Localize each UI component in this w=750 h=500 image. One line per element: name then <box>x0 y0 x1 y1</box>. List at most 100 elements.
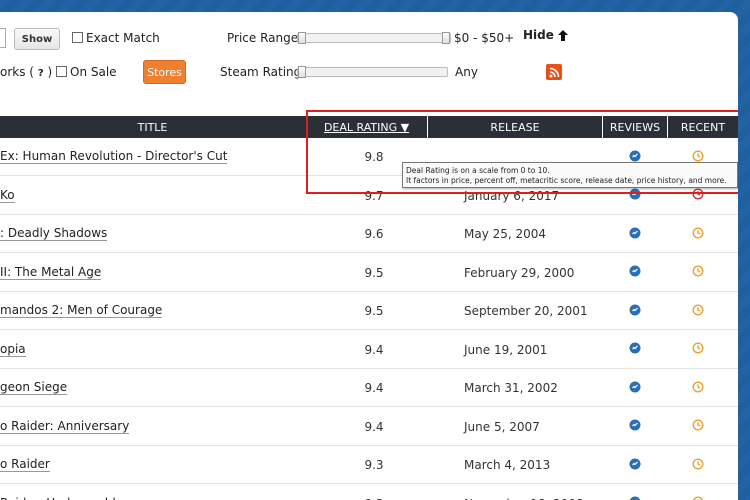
game-title-cell[interactable]: Raider: Underworld <box>0 485 305 500</box>
steam-rating-label: Steam Rating: <box>220 65 306 79</box>
arrow-up-icon <box>557 29 568 41</box>
recent-cell[interactable] <box>668 485 728 500</box>
price-min-handle[interactable] <box>298 32 306 44</box>
rss-icon <box>549 67 559 77</box>
highlight-box <box>306 110 738 194</box>
table-row[interactable]: opia 9.4 June 19, 2001 <box>0 331 738 369</box>
steam-rating-value: Any <box>455 65 478 79</box>
checkbox-icon[interactable] <box>56 66 67 77</box>
deal-rating-value: 9.4 <box>364 419 384 434</box>
game-title-link[interactable]: o Raider <box>0 458 50 472</box>
clock-icon[interactable] <box>692 419 704 434</box>
works-label: orks ( <box>0 65 34 79</box>
recent-cell[interactable] <box>668 215 728 253</box>
clock-icon[interactable] <box>692 265 704 280</box>
recent-cell[interactable] <box>668 446 728 484</box>
release-date: June 5, 2007 <box>464 419 540 434</box>
steam-rating-handle[interactable] <box>298 66 306 78</box>
steam-reviews-icon[interactable] <box>629 496 641 500</box>
reviews-cell[interactable] <box>602 369 668 407</box>
price-range-label: Price Range: <box>227 31 303 45</box>
steam-rating-slider[interactable] <box>297 66 448 78</box>
reviews-cell[interactable] <box>602 331 668 369</box>
clock-icon[interactable] <box>692 380 704 396</box>
game-title-link[interactable]: o Raider: Anniversary <box>0 419 130 434</box>
game-title-link[interactable]: II: The Metal Age <box>0 265 102 280</box>
clock-icon[interactable] <box>692 457 704 473</box>
game-title-link[interactable]: Raider: Underworld <box>0 496 116 500</box>
clock-icon[interactable] <box>692 303 704 319</box>
price-range-slider[interactable] <box>297 32 451 44</box>
game-title-link[interactable]: Ex: Human Revolution - Director's Cut <box>0 150 228 164</box>
table-row[interactable]: : Deadly Shadows 9.6 May 25, 2004 <box>0 215 738 253</box>
recent-cell[interactable] <box>668 292 728 330</box>
hide-label: Hide <box>523 28 554 42</box>
game-title-link[interactable]: Ko <box>0 188 15 203</box>
reviews-cell[interactable] <box>602 446 668 484</box>
game-title-link[interactable]: mandos 2: Men of Courage <box>0 304 163 318</box>
recent-cell[interactable] <box>668 331 728 369</box>
game-title-link[interactable]: opia <box>0 342 26 357</box>
game-title-cell[interactable]: Ko <box>0 177 305 215</box>
deal-rating-value: 9.5 <box>364 304 384 318</box>
steam-reviews-icon[interactable] <box>629 381 641 396</box>
game-title-link[interactable]: : Deadly Shadows <box>0 227 108 241</box>
game-title-cell[interactable]: Ex: Human Revolution - Director's Cut <box>0 138 305 176</box>
exact-match-label: Exact Match <box>86 31 160 45</box>
release-date: June 19, 2001 <box>464 342 548 357</box>
exact-match-checkbox[interactable]: Exact Match <box>72 31 160 45</box>
hide-filters-toggle[interactable]: Hide <box>523 28 569 42</box>
deal-rating-value: 9.6 <box>364 227 384 241</box>
game-title-cell[interactable]: o Raider <box>0 446 305 484</box>
steam-reviews-icon[interactable] <box>629 342 641 357</box>
on-sale-checkbox[interactable]: On Sale <box>56 65 117 79</box>
deal-rating-value: 9.5 <box>364 265 384 280</box>
game-title-cell[interactable]: o Raider: Anniversary <box>0 408 305 446</box>
reviews-cell[interactable] <box>602 292 668 330</box>
deal-rating-value: 9.4 <box>364 342 384 357</box>
checkbox-icon[interactable] <box>72 32 83 43</box>
reviews-cell[interactable] <box>602 408 668 446</box>
reviews-cell[interactable] <box>602 485 668 500</box>
deals-panel: Show Exact Match orks ( ? ) On Sale Stor… <box>0 12 738 500</box>
column-title[interactable]: TITLE <box>0 116 305 138</box>
recent-cell[interactable] <box>668 254 728 292</box>
rss-feed-button[interactable] <box>546 64 562 80</box>
release-date: February 29, 2000 <box>464 265 575 280</box>
on-sale-label: On Sale <box>70 65 117 79</box>
release-date: May 25, 2004 <box>464 227 547 241</box>
works-help-link[interactable]: ? <box>38 68 44 79</box>
table-row[interactable]: mandos 2: Men of Courage 9.5 September 20,… <box>0 292 738 330</box>
recent-cell[interactable] <box>668 408 728 446</box>
game-title-cell[interactable]: geon Siege <box>0 369 305 407</box>
game-title-link[interactable]: geon Siege <box>0 381 68 395</box>
clock-icon[interactable] <box>692 342 704 357</box>
deal-rating-value: 9.3 <box>364 458 384 472</box>
game-title-cell[interactable]: mandos 2: Men of Courage <box>0 292 305 330</box>
stores-button[interactable]: Stores <box>143 60 186 84</box>
steam-reviews-icon[interactable] <box>629 265 641 280</box>
table-row[interactable]: o Raider: Anniversary 9.4 June 5, 2007 <box>0 408 738 446</box>
price-range-value: $0 - $50+ <box>454 31 515 45</box>
game-title-cell[interactable]: opia <box>0 331 305 369</box>
steam-reviews-icon[interactable] <box>629 227 641 242</box>
reviews-cell[interactable] <box>602 254 668 292</box>
release-date: March 4, 2013 <box>464 458 551 472</box>
steam-reviews-icon[interactable] <box>629 458 641 473</box>
game-title-cell[interactable]: II: The Metal Age <box>0 254 305 292</box>
table-row[interactable]: II: The Metal Age 9.5 February 29, 2000 <box>0 254 738 292</box>
clock-icon[interactable] <box>692 226 704 242</box>
reviews-cell[interactable] <box>602 215 668 253</box>
search-input-edge[interactable] <box>0 28 6 48</box>
deal-rating-value: 9.3 <box>306 485 426 500</box>
table-row[interactable]: Raider: Underworld 9.3 November 18, 2008 <box>0 485 738 500</box>
table-row[interactable]: geon Siege 9.4 March 31, 2002 <box>0 369 738 407</box>
game-title-cell[interactable]: : Deadly Shadows <box>0 215 305 253</box>
clock-icon[interactable] <box>692 496 704 500</box>
recent-cell[interactable] <box>668 369 728 407</box>
steam-reviews-icon[interactable] <box>629 304 641 319</box>
table-row[interactable]: o Raider 9.3 March 4, 2013 <box>0 446 738 484</box>
price-max-handle[interactable] <box>442 32 450 44</box>
steam-reviews-icon[interactable] <box>629 419 641 434</box>
show-button[interactable]: Show <box>14 28 60 50</box>
